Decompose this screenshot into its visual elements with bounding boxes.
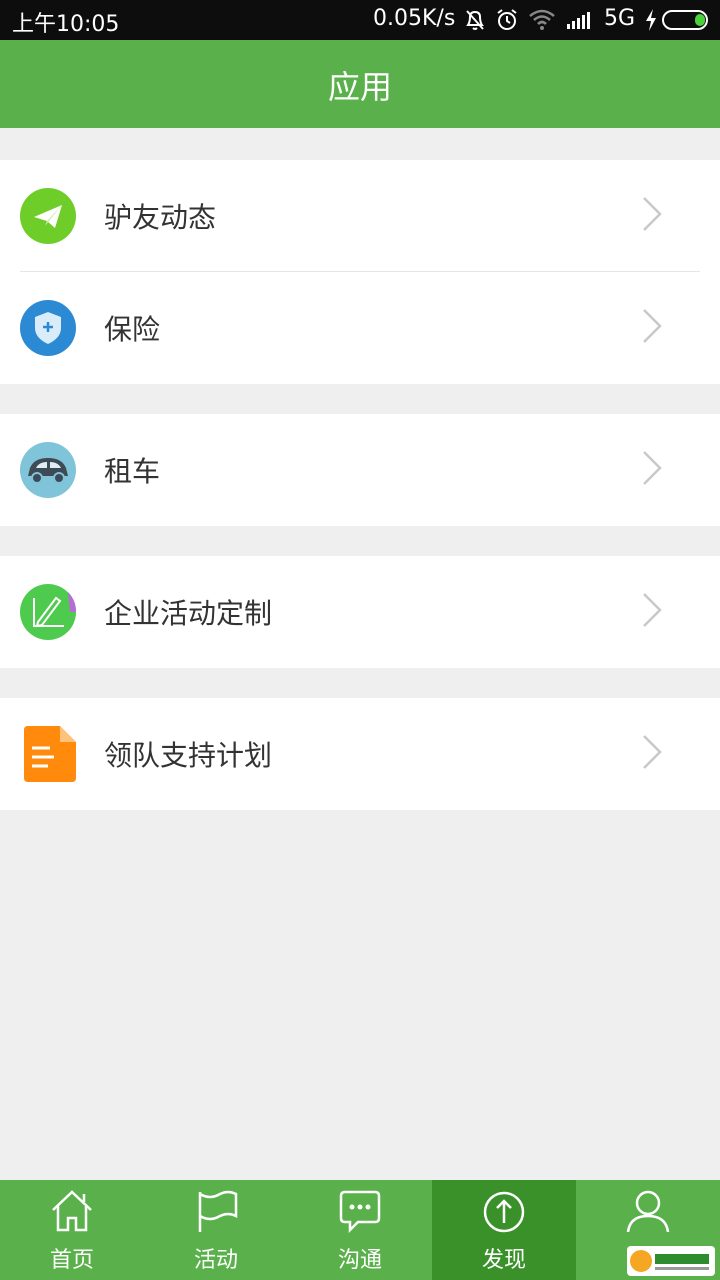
- wifi-icon: [529, 9, 555, 30]
- home-icon: [52, 1190, 92, 1232]
- tab-label: 发现: [481, 1248, 526, 1273]
- menu-item-travel-feed[interactable]: 驴友动态: [0, 160, 720, 272]
- app-header: 应用: [0, 40, 720, 128]
- menu-group-4: 领队支持计划: [0, 698, 720, 810]
- status-network-type: 5G: [604, 6, 636, 31]
- menu-item-car-rental[interactable]: 租车: [0, 414, 720, 526]
- signal-icon: [567, 12, 590, 29]
- chevron-right-icon: [643, 735, 662, 769]
- tab-home[interactable]: 首页: [0, 1180, 144, 1280]
- chevron-right-icon: [643, 593, 662, 627]
- chevron-right-icon: [643, 451, 662, 485]
- bottom-tab-bar: 首页 活动 沟通 发现 我的: [0, 1180, 720, 1280]
- paper-plane-icon: [20, 188, 76, 244]
- menu-item-label: 企业活动定制: [104, 597, 273, 630]
- arrow-up-circle-icon: [483, 1191, 525, 1233]
- menu-item-label: 租车: [104, 455, 161, 488]
- menu-group-3: 企业活动定制: [0, 556, 720, 668]
- tab-label: 沟通: [337, 1248, 382, 1273]
- menu-item-corporate-events[interactable]: 企业活动定制: [0, 556, 720, 668]
- menu-item-label: 领队支持计划: [104, 739, 273, 772]
- tab-label: 首页: [49, 1248, 94, 1273]
- tab-messages[interactable]: 沟通: [288, 1180, 432, 1280]
- menu-group-2: 租车: [0, 414, 720, 526]
- page-title: 应用: [327, 68, 392, 106]
- mute-bell-icon: [466, 10, 484, 30]
- tab-label: 活动: [193, 1248, 238, 1273]
- alarm-icon: [497, 9, 517, 30]
- menu-item-label: 驴友动态: [104, 201, 217, 234]
- menu-item-label: 保险: [104, 313, 161, 346]
- status-bar: 上午10:05 0.05K/s 5G: [0, 0, 720, 40]
- pencil-chart-icon: [20, 584, 76, 640]
- car-icon: [20, 442, 76, 498]
- status-time: 上午10:05: [12, 12, 120, 37]
- menu-item-leader-support[interactable]: 领队支持计划: [0, 698, 720, 810]
- status-network-speed: 0.05K/s: [373, 6, 456, 31]
- charging-icon: [646, 9, 656, 31]
- chevron-right-icon: [643, 197, 662, 231]
- chevron-right-icon: [643, 309, 662, 343]
- menu-item-insurance[interactable]: 保险: [0, 272, 720, 384]
- chat-bubble-icon: [339, 1190, 381, 1234]
- user-icon: [626, 1190, 670, 1233]
- tab-discover[interactable]: 发现: [432, 1180, 576, 1280]
- shield-plus-icon: [20, 300, 76, 356]
- battery-icon: [662, 10, 708, 30]
- watermark-logo: [627, 1246, 715, 1276]
- flag-icon: [198, 1190, 238, 1232]
- document-icon: [24, 726, 76, 782]
- menu-group-1: 驴友动态 保险: [0, 160, 720, 384]
- tab-activities[interactable]: 活动: [144, 1180, 288, 1280]
